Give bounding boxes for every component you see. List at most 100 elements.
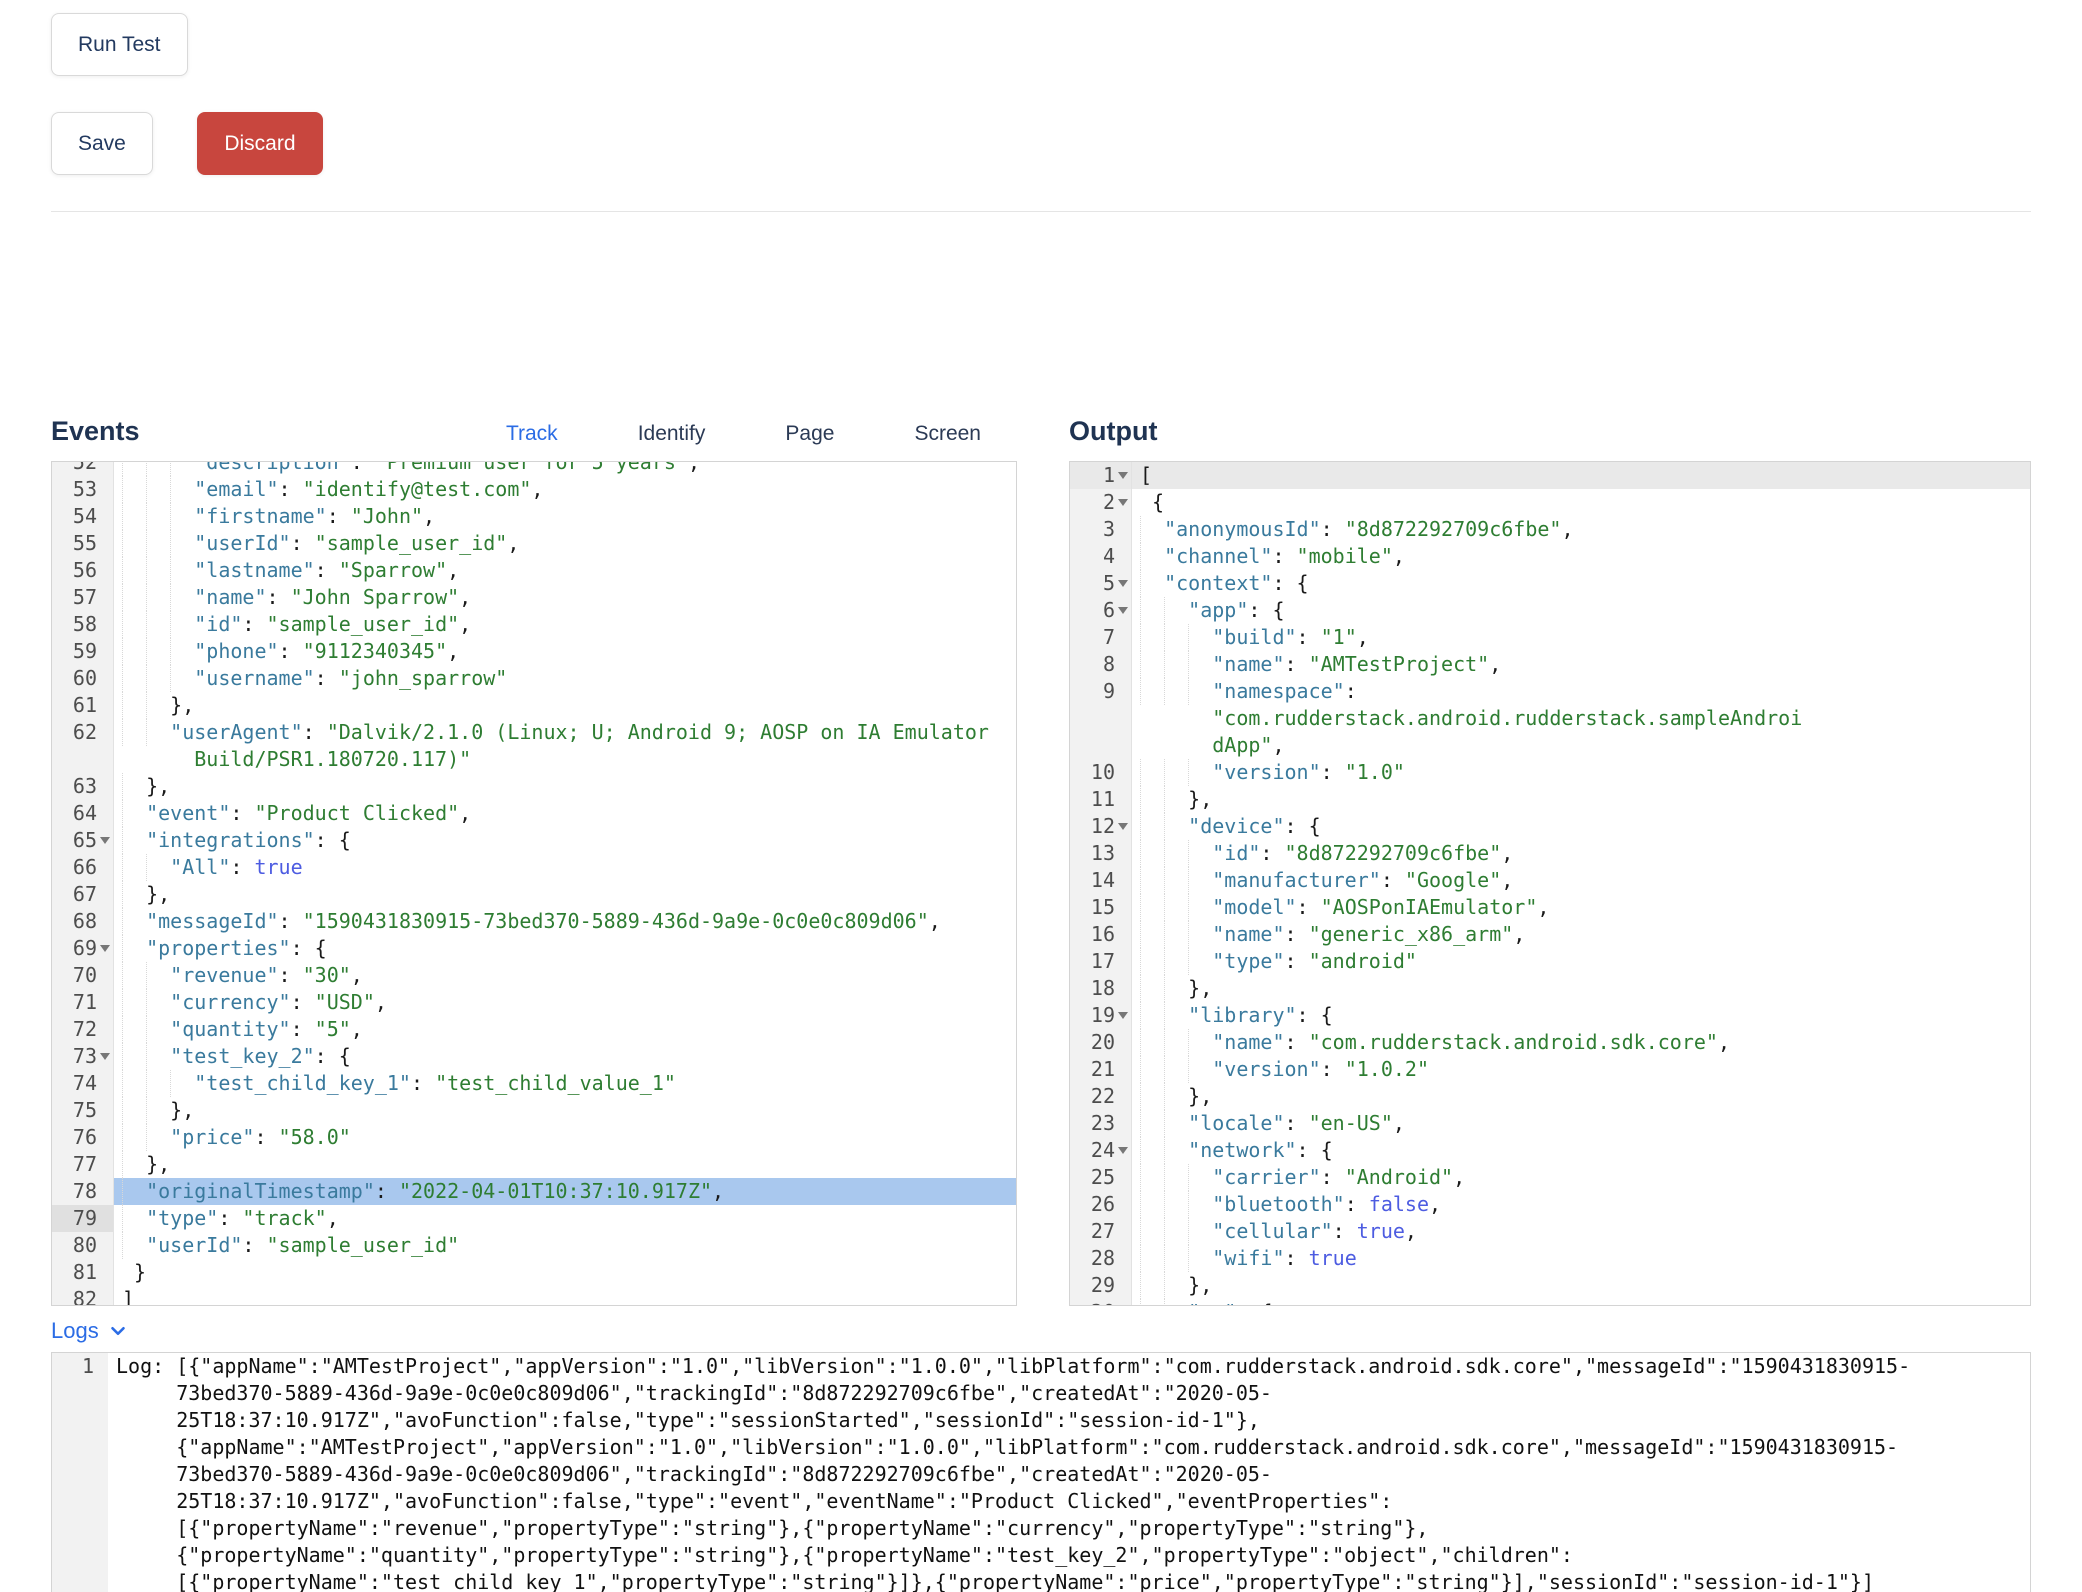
code-line: 80 "userId": "sample_user_id"	[52, 1232, 1016, 1259]
code-line: 77 },	[52, 1151, 1016, 1178]
code-line: 56 "lastname": "Sparrow",	[52, 557, 1016, 584]
save-toolbar: Save Discard	[51, 112, 2031, 175]
discard-button[interactable]: Discard	[197, 112, 322, 175]
code-line: 22 },	[1070, 1083, 2030, 1110]
code-line: 15 "model": "AOSPonIAEmulator",	[1070, 894, 2030, 921]
code-line: 70 "revenue": "30",	[52, 962, 1016, 989]
code-line: 74 "test_child_key_1": "test_child_value…	[52, 1070, 1016, 1097]
code-line: 11 },	[1070, 786, 2030, 813]
code-line: 13 "id": "8d872292709c6fbe",	[1070, 840, 2030, 867]
code-line: 6 "app": {	[1070, 597, 2030, 624]
output-panel: Output 1[2 {3 "anonymousId": "8d87229270…	[1069, 416, 2031, 1306]
code-line: 8 "name": "AMTestProject",	[1070, 651, 2030, 678]
code-line: 75 },	[52, 1097, 1016, 1124]
code-line: 67 },	[52, 881, 1016, 908]
collapse-arrow-icon[interactable]	[1118, 607, 1128, 614]
code-line: 17 "type": "android"	[1070, 948, 2030, 975]
tab-screen[interactable]: Screen	[914, 422, 981, 446]
collapse-arrow-icon[interactable]	[100, 1053, 110, 1060]
run-test-button[interactable]: Run Test	[51, 13, 188, 76]
output-panel-header: Output	[1069, 416, 2031, 461]
code-line: 69 "properties": {	[52, 935, 1016, 962]
code-line: 52 "description": "Premium user for 5 ye…	[52, 461, 1016, 476]
code-line: 26 "bluetooth": false,	[1070, 1191, 2030, 1218]
divider	[51, 211, 2031, 212]
code-line: 61 },	[52, 692, 1016, 719]
output-json-editor[interactable]: 1[2 {3 "anonymousId": "8d872292709c6fbe"…	[1069, 461, 2031, 1306]
code-line: 66 "All": true	[52, 854, 1016, 881]
logs-label: Logs	[51, 1318, 99, 1344]
log-line: 1Log: [{"appName":"AMTestProject","appVe…	[52, 1353, 2030, 1592]
events-panel-header: Events Track Identify Page Screen	[51, 416, 1017, 461]
code-line: 63 },	[52, 773, 1016, 800]
code-line: 10 "version": "1.0"	[1070, 759, 2030, 786]
code-line: 21 "version": "1.0.2"	[1070, 1056, 2030, 1083]
code-line: 58 "id": "sample_user_id",	[52, 611, 1016, 638]
code-line: 3 "anonymousId": "8d872292709c6fbe",	[1070, 516, 2030, 543]
collapse-arrow-icon[interactable]	[1118, 1147, 1128, 1154]
line-number-gutter: 82	[52, 1286, 114, 1306]
code-line: 54 "firstname": "John",	[52, 503, 1016, 530]
code-line: 23 "locale": "en-US",	[1070, 1110, 2030, 1137]
code-line: 76 "price": "58.0"	[52, 1124, 1016, 1151]
code-line: 73 "test_key_2": {	[52, 1043, 1016, 1070]
line-number-gutter: 1	[52, 1353, 108, 1592]
code-line: 57 "name": "John Sparrow",	[52, 584, 1016, 611]
code-line: 19 "library": {	[1070, 1002, 2030, 1029]
code-line: 4 "channel": "mobile",	[1070, 543, 2030, 570]
code-line: 5 "context": {	[1070, 570, 2030, 597]
code-line: 55 "userId": "sample_user_id",	[52, 530, 1016, 557]
code-line: 14 "manufacturer": "Google",	[1070, 867, 2030, 894]
collapse-arrow-icon[interactable]	[1118, 823, 1128, 830]
events-json-editor[interactable]: 52 "description": "Premium user for 5 ye…	[51, 461, 1017, 1306]
code-line: 65 "integrations": {	[52, 827, 1016, 854]
code-line: 68 "messageId": "1590431830915-73bed370-…	[52, 908, 1016, 935]
code-line: 64 "event": "Product Clicked",	[52, 800, 1016, 827]
panels: Events Track Identify Page Screen 52 "descr…	[51, 416, 2031, 1306]
code-line: 29 },	[1070, 1272, 2030, 1299]
code-line: 18 },	[1070, 975, 2030, 1002]
chevron-down-icon	[107, 1320, 129, 1342]
code-line: 7 "build": "1",	[1070, 624, 2030, 651]
code-line: 79 "type": "track",	[52, 1205, 1016, 1232]
page: Run Test Save Discard Events Track Identi…	[0, 0, 2082, 1592]
line-number-gutter: 1	[1070, 462, 1132, 489]
code-line: 1[	[1070, 462, 2030, 489]
tab-track[interactable]: Track	[506, 422, 558, 446]
logs-console[interactable]: 1Log: [{"appName":"AMTestProject","appVe…	[51, 1352, 2031, 1592]
collapse-arrow-icon[interactable]	[1118, 499, 1128, 506]
events-title: Events	[51, 416, 140, 447]
code-line: 2 {	[1070, 489, 2030, 516]
collapse-arrow-icon[interactable]	[1118, 1012, 1128, 1019]
code-line: 53 "email": "identify@test.com",	[52, 476, 1016, 503]
tab-identify[interactable]: Identify	[638, 422, 706, 446]
code-line: 30 "os": {	[1070, 1299, 2030, 1306]
code-line: 72 "quantity": "5",	[52, 1016, 1016, 1043]
line-number-gutter: 81	[52, 1259, 114, 1286]
collapse-arrow-icon[interactable]	[100, 837, 110, 844]
tab-page[interactable]: Page	[785, 422, 834, 446]
logs-toggle[interactable]: Logs	[51, 1318, 2031, 1344]
code-line: 60 "username": "john_sparrow"	[52, 665, 1016, 692]
collapse-arrow-icon[interactable]	[100, 945, 110, 952]
code-line: 27 "cellular": true,	[1070, 1218, 2030, 1245]
code-line: 24 "network": {	[1070, 1137, 2030, 1164]
events-panel: Events Track Identify Page Screen 52 "descr…	[51, 416, 1017, 1306]
collapse-arrow-icon[interactable]	[1118, 472, 1128, 479]
code-line: 16 "name": "generic_x86_arm",	[1070, 921, 2030, 948]
code-line: 12 "device": {	[1070, 813, 2030, 840]
code-line: 62 "userAgent": "Dalvik/2.1.0 (Linux; U;…	[52, 719, 1016, 773]
code-line: 81 }	[52, 1259, 1016, 1286]
code-line: 71 "currency": "USD",	[52, 989, 1016, 1016]
code-line: 9 "namespace": "com.rudderstack.android.…	[1070, 678, 2030, 759]
code-line: 25 "carrier": "Android",	[1070, 1164, 2030, 1191]
save-button[interactable]: Save	[51, 112, 153, 175]
code-line: 20 "name": "com.rudderstack.android.sdk.…	[1070, 1029, 2030, 1056]
line-number-gutter: 2	[1070, 489, 1132, 516]
output-title: Output	[1069, 416, 1157, 447]
code-line: 28 "wifi": true	[1070, 1245, 2030, 1272]
code-line: 82]	[52, 1286, 1016, 1306]
code-line: 59 "phone": "9112340345",	[52, 638, 1016, 665]
code-line: 78 "originalTimestamp": "2022-04-01T10:3…	[52, 1178, 1016, 1205]
collapse-arrow-icon[interactable]	[1118, 580, 1128, 587]
